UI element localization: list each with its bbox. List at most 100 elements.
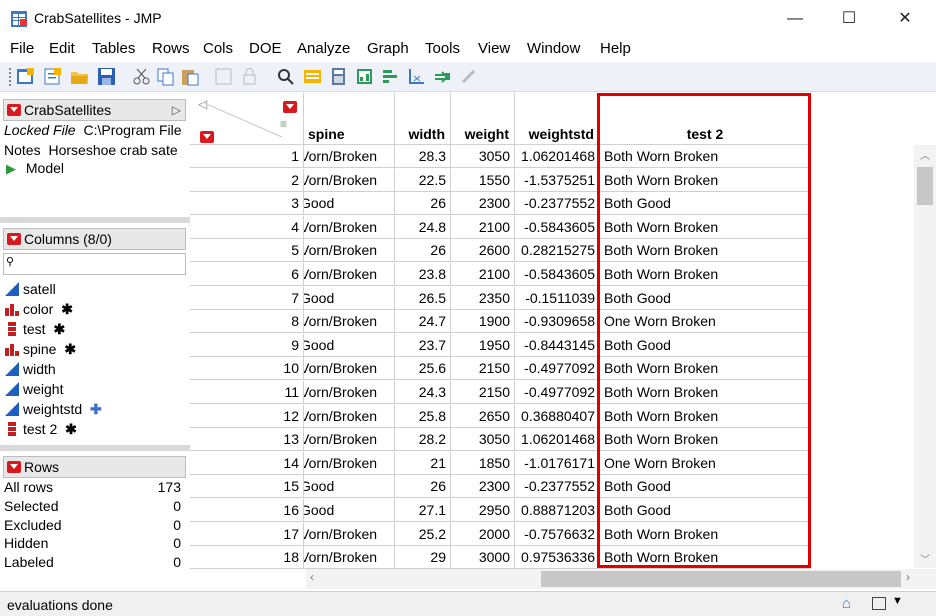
table-row[interactable]: 3Good262300-0.2377552Both Good	[190, 192, 936, 216]
table-row[interactable]: 8 Vorn/Broken 24.7 1900 -0.9309658 One Worn B…	[190, 310, 936, 334]
cell-weight[interactable]: 3000	[451, 546, 515, 569]
cell-width[interactable]: 27.1	[395, 499, 451, 522]
cell-spine[interactable]: Vorn/Broken	[304, 215, 395, 239]
table-row[interactable]: 17 Vorn/Broken 25.2 2000 -0.7576632 Both Worn…	[190, 522, 936, 546]
cell-test-2[interactable]: Both Worn Broken	[600, 546, 811, 569]
column-item[interactable]: weightstd ✚	[5, 399, 102, 419]
menu-graph[interactable]: Graph	[367, 40, 409, 57]
cell-weightstd[interactable]: -0.1511039	[515, 286, 600, 310]
row-number[interactable]: 6	[190, 263, 304, 286]
columns-menu-triangle-icon[interactable]	[283, 101, 297, 113]
minimize-button[interactable]: —	[772, 6, 818, 34]
cell-weightstd[interactable]: 0.28215275	[515, 239, 600, 263]
row-number[interactable]: 10	[190, 357, 304, 381]
menu-help[interactable]: Help	[600, 40, 631, 57]
cell-weightstd[interactable]: -0.5843605	[515, 263, 600, 286]
cell-test-2[interactable]: One Worn Broken	[600, 451, 811, 475]
cell-test-2[interactable]: Both Worn Broken	[600, 239, 811, 263]
scroll-left-icon[interactable]: ‹	[310, 570, 314, 584]
cell-spine[interactable]: Vorn/Broken	[304, 357, 395, 381]
row-number[interactable]: 8	[190, 310, 304, 334]
scroll-up-icon[interactable]: ︿	[920, 147, 930, 162]
row-number[interactable]: 5	[190, 239, 304, 263]
column-header-width[interactable]: width	[395, 93, 451, 145]
cell-weightstd[interactable]: -0.9309658	[515, 310, 600, 334]
cell-width[interactable]: 22.5	[395, 168, 451, 192]
table-row[interactable]: 16Good27.129500.88871203Both Good	[190, 499, 936, 522]
cell-weight[interactable]: 2300	[451, 475, 515, 499]
cell-weightstd[interactable]: -0.4977092	[515, 357, 600, 381]
cell-spine[interactable]: Vorn/Broken	[304, 263, 395, 286]
row-number[interactable]: 9	[190, 333, 304, 357]
cell-width[interactable]: 21	[395, 451, 451, 475]
cell-weight[interactable]: 2100	[451, 263, 515, 286]
column-item[interactable]: weight	[5, 379, 63, 399]
scroll-right-icon[interactable]: ›	[906, 570, 910, 584]
cell-spine[interactable]: Vorn/Broken	[304, 168, 395, 192]
cell-weightstd[interactable]: -1.5375251	[515, 168, 600, 192]
row-number[interactable]: 2	[190, 168, 304, 192]
cell-weight[interactable]: 2150	[451, 381, 515, 404]
column-header-weight[interactable]: weight	[451, 93, 515, 145]
cell-width[interactable]: 23.8	[395, 263, 451, 286]
cell-spine[interactable]: Good	[304, 475, 395, 499]
column-header-spine[interactable]: spine	[304, 93, 395, 145]
distribution-icon[interactable]	[355, 67, 374, 86]
cell-width[interactable]: 29	[395, 546, 451, 569]
fit-y-by-x-icon[interactable]	[407, 67, 426, 86]
scroll-down-icon[interactable]: ﹀	[920, 551, 930, 566]
cell-test-2[interactable]: Both Worn Broken	[600, 381, 811, 404]
table-row[interactable]: 15Good262300-0.2377552Both Good	[190, 475, 936, 499]
cell-test-2[interactable]: One Worn Broken	[600, 310, 811, 334]
cell-weight[interactable]: 2150	[451, 357, 515, 381]
home-icon[interactable]: ⌂	[842, 595, 851, 612]
paste-icon[interactable]	[180, 67, 199, 86]
table-row[interactable]: 9Good23.71950-0.8443145Both Good	[190, 333, 936, 357]
table-row[interactable]: 5 Vorn/Broken 26 2600 0.28215275 Both Worn Br…	[190, 239, 936, 263]
cell-weight[interactable]: 2950	[451, 499, 515, 522]
cell-weightstd[interactable]: 1.06201468	[515, 145, 600, 168]
edit-disabled-icon[interactable]	[214, 67, 233, 86]
column-header-test-2[interactable]: test 2	[600, 93, 811, 145]
cell-spine[interactable]: Vorn/Broken	[304, 310, 395, 334]
cell-spine[interactable]: Vorn/Broken	[304, 451, 395, 475]
filter-icon[interactable]: ≡	[280, 117, 287, 131]
row-number[interactable]: 1	[190, 145, 304, 168]
save-icon[interactable]	[97, 67, 116, 86]
table-row[interactable]: 1 Vorn/Broken 28.3 3050 1.06201468 Both Worn …	[190, 145, 936, 168]
menu-analyze[interactable]: Analyze	[297, 40, 350, 57]
cell-width[interactable]: 28.3	[395, 145, 451, 168]
copy-icon[interactable]	[156, 67, 175, 86]
close-button[interactable]: ✕	[882, 6, 928, 34]
cell-weight[interactable]: 1850	[451, 451, 515, 475]
cell-width[interactable]: 28.2	[395, 428, 451, 452]
row-number[interactable]: 11	[190, 381, 304, 404]
cell-weight[interactable]: 2000	[451, 522, 515, 546]
cell-weightstd[interactable]: -0.5843605	[515, 215, 600, 239]
cell-spine[interactable]: Vorn/Broken	[304, 145, 395, 168]
vertical-scroll-thumb[interactable]	[917, 167, 933, 205]
cell-weight[interactable]: 2350	[451, 286, 515, 310]
dropdown-arrow-icon[interactable]: ▼	[892, 595, 903, 607]
cell-weightstd[interactable]: 0.88871203	[515, 499, 600, 522]
rows-menu-triangle-icon[interactable]	[200, 131, 214, 143]
cell-weight[interactable]: 2100	[451, 215, 515, 239]
cell-test-2[interactable]: Both Worn Broken	[600, 357, 811, 381]
cell-spine[interactable]: Good	[304, 286, 395, 310]
search-icon[interactable]	[276, 67, 295, 86]
row-number[interactable]: 15	[190, 475, 304, 499]
new-data-table-icon[interactable]	[16, 67, 35, 86]
grid-corner[interactable]: ◁ ≡	[190, 93, 304, 145]
cell-width[interactable]: 25.8	[395, 404, 451, 428]
menu-rows[interactable]: Rows	[152, 40, 190, 57]
cell-width[interactable]: 25.2	[395, 522, 451, 546]
row-number[interactable]: 18	[190, 546, 304, 569]
cell-weight[interactable]: 2650	[451, 404, 515, 428]
column-item[interactable]: test ✱	[5, 319, 65, 339]
cell-weightstd[interactable]: -0.7576632	[515, 522, 600, 546]
table-row[interactable]: 14 Vorn/Broken 21 1850 -1.0176171 One Worn Br…	[190, 451, 936, 475]
cell-spine[interactable]: Vorn/Broken	[304, 239, 395, 263]
cell-width[interactable]: 24.8	[395, 215, 451, 239]
cell-width[interactable]: 23.7	[395, 333, 451, 357]
cell-test-2[interactable]: Both Good	[600, 192, 811, 216]
